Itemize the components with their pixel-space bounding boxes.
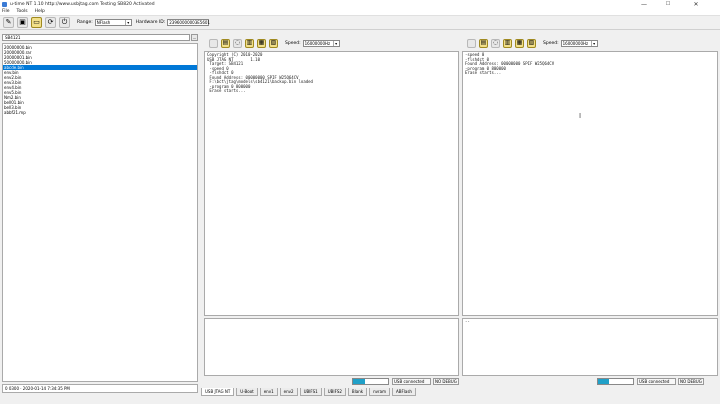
pane1-speed-value: 16000000Hz (304, 40, 331, 46)
pane2-blank-button[interactable] (467, 38, 476, 48)
save-icon[interactable]: ▣ (17, 17, 28, 28)
pane1-write-icon[interactable]: ▥ (245, 38, 254, 48)
text-cursor-icon: I (579, 112, 582, 120)
pane2-debug-status: NO DEBUG (678, 377, 704, 385)
power-icon[interactable]: ⏻ (59, 17, 70, 28)
pane1-usb-status: USB connected (392, 377, 431, 385)
pane1-console[interactable]: Copyright (C) 2010-2020 USB JTAG NT 1.10… (204, 51, 459, 316)
pane1-run-icon[interactable]: ▧ (269, 38, 278, 48)
pane2-bottom-box[interactable]: -- (462, 318, 718, 376)
hardware-id-field[interactable]: 23960000003E5601 (167, 19, 210, 26)
tab-nvram[interactable]: nvram (369, 388, 390, 396)
range-value: NFlash (96, 20, 111, 25)
hardware-value: 23960000003E5601 (169, 20, 210, 25)
range-label: Range: (77, 20, 93, 25)
tab-u-boot[interactable]: U-Boot (236, 388, 258, 396)
tab-abflash[interactable]: ABFlash (391, 388, 416, 396)
menu-help[interactable]: Help (35, 9, 45, 14)
pane2-usb-status: USB connected (637, 377, 676, 385)
pane1-erase-icon[interactable]: ◌ (233, 38, 242, 48)
pane2-run-icon[interactable]: ▧ (527, 38, 536, 48)
pane2-write-icon[interactable]: ▥ (503, 38, 512, 48)
pane2-progress-fill (598, 378, 609, 384)
status-bar: USB connected NO DEBUG USB connected NO … (200, 376, 720, 386)
folder-icon[interactable]: ▭ (31, 17, 42, 28)
hardware-label: Hardware ID: (135, 20, 166, 25)
pane1-read-icon[interactable]: ▤ (221, 38, 230, 48)
pane2-speed-select[interactable]: 16000000Hz ▾ (560, 39, 598, 47)
title-bar: u-time NT 1.10 http://www.usbjtag.com Te… (0, 0, 720, 8)
pane2-verify-icon[interactable]: ▦ (515, 38, 524, 48)
pane1-progress-bar (352, 377, 389, 385)
left-panel: SB4121 ... 20000000.bin 20000000.rar 20000… (2, 31, 199, 396)
refresh-icon[interactable]: ⟳ (45, 17, 56, 28)
app-icon (2, 1, 7, 7)
chevron-down-icon: ▾ (590, 40, 597, 46)
menu-bar: File Tools Help (0, 8, 720, 16)
tab-env2[interactable]: env2 (279, 388, 298, 396)
menu-file[interactable]: File (2, 9, 10, 14)
pane1-debug-status: NO DEBUG (433, 377, 459, 385)
pane1-bottom-box[interactable] (204, 318, 459, 376)
chevron-down-icon: ▾ (124, 20, 131, 25)
pane1-verify-icon[interactable]: ▦ (257, 38, 266, 48)
pane2-speed-value: 16000000Hz (562, 40, 589, 46)
pane1-speed-label: Speed: (285, 40, 301, 46)
main-toolbar: ✎ ▣ ▭ ⟳ ⏻ Range: NFlash ▾ Hardware ID: 2… (0, 16, 720, 30)
pane2-progress-bar (597, 377, 634, 385)
close-button[interactable]: ✕ (684, 0, 708, 8)
pencil-icon[interactable]: ✎ (3, 17, 14, 28)
minimize-button[interactable]: — (632, 0, 656, 8)
pane1-blank-button[interactable] (209, 38, 218, 48)
menu-tools[interactable]: Tools (17, 9, 28, 14)
left-status: 0 0300 · 2020-01-14 7:34:35 PM (2, 384, 198, 393)
window-title: u-time NT 1.10 http://www.usbjtag.com Te… (10, 1, 155, 7)
file-list-item[interactable]: abbf21.mp (3, 110, 197, 115)
pane1-speed-select[interactable]: 16000000Hz ▾ (302, 39, 340, 47)
tab-blank[interactable]: Blank (347, 388, 368, 396)
filter-input[interactable]: SB4121 (2, 34, 190, 41)
tab-usb-jtag-nt[interactable]: USB JTAG NT (201, 388, 235, 396)
range-select[interactable]: NFlash ▾ (94, 19, 132, 26)
tab-ubifs1[interactable]: UBIFS1 (299, 388, 322, 396)
browse-button[interactable]: ... (191, 34, 198, 41)
pane1-toolbar: ▤ ◌ ▥ ▦ ▧ Speed: 16000000Hz ▾ (203, 37, 459, 49)
maximize-button[interactable]: ☐ (656, 0, 680, 8)
pane2-console[interactable]: -speed 0 -flshdct 0 Found Address: 00000… (462, 51, 718, 316)
pane2-toolbar: ▤ ◌ ▥ ▦ ▧ Speed: 16000000Hz ▾ (461, 37, 719, 49)
file-list[interactable]: 20000000.bin 20000000.rar 20000001.bin 5000… (2, 43, 198, 382)
tab-env1[interactable]: env1 (259, 388, 278, 396)
pane2-read-icon[interactable]: ▤ (479, 38, 488, 48)
chevron-down-icon: ▾ (332, 40, 339, 46)
tab-ubifs2[interactable]: UBIFS2 (323, 388, 346, 396)
pane1-progress-fill (353, 378, 366, 384)
pane2-speed-label: Speed: (543, 40, 559, 46)
pane2-erase-icon[interactable]: ◌ (491, 38, 500, 48)
bottom-tabs: USB JTAG NT U-Boot env1 env2 UBIFS1 UBIFS2 Bla… (201, 388, 418, 396)
